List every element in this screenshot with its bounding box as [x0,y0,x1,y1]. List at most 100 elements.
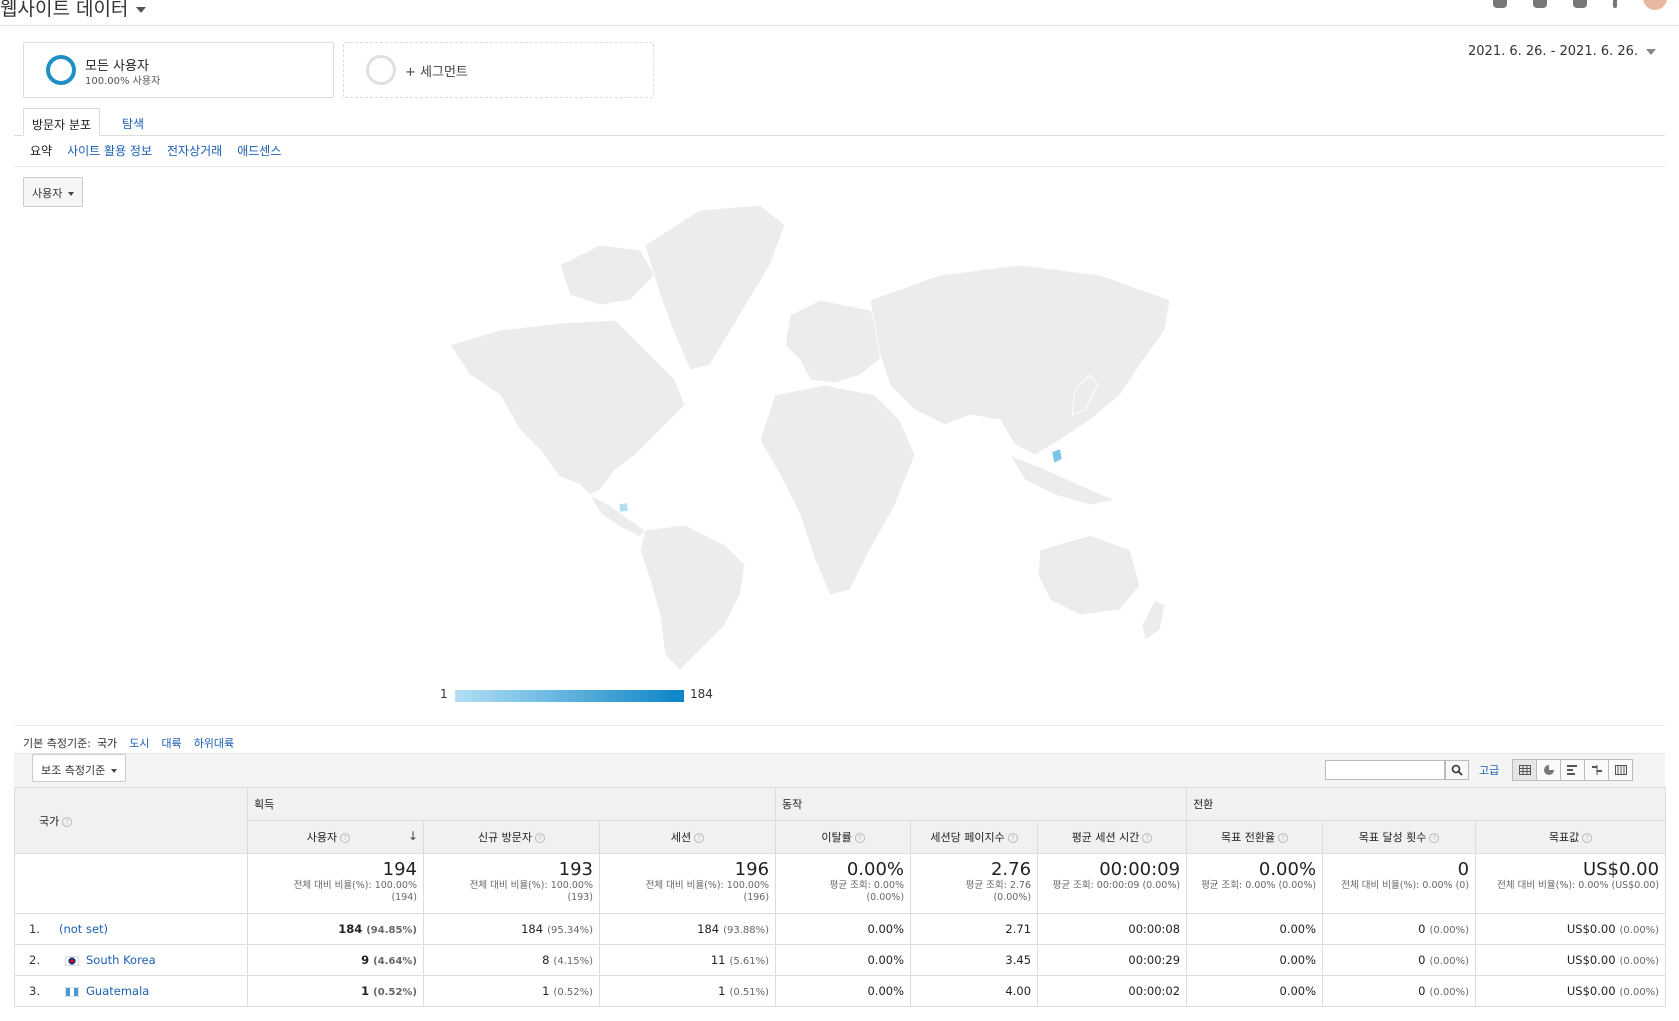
add-segment-button[interactable]: + 세그먼트 [343,42,654,98]
help-icon[interactable]: ? [535,833,546,843]
bell-icon[interactable] [1493,0,1507,8]
explorer-subnav: 요약 사이트 활용 정보 전자상거래 애드센스 [30,142,281,159]
col-header-sessions[interactable]: 세션? [598,820,777,854]
row-index: 3. [29,984,40,998]
users-cell: 184 (94.85%) [247,913,424,945]
goal-completions-cell: 0 (0.00%) [1322,913,1477,945]
map-central-america [588,493,646,538]
pages-per-session-cell: 2.71 [910,913,1039,945]
goal-value: US$0.00 [1566,953,1616,967]
help-icon[interactable]: ? [1582,833,1593,843]
help-icon[interactable]: ? [694,833,705,843]
goal-conversion-cell: 0.00% [1186,944,1324,976]
col-header-goal-conversion-rate[interactable]: 목표 전환율? [1186,820,1324,854]
col-header-country[interactable]: 국가? [14,787,248,854]
performance-view-icon[interactable] [1560,759,1585,781]
col-header-pages-per-session[interactable]: 세션당 페이지수? [910,820,1039,854]
total-sub: (193) [567,892,593,903]
date-range-picker[interactable]: 2021. 6. 26. - 2021. 6. 26. [1468,44,1657,59]
total-goal-completions: 0 전체 대비 비율(%): 0.00% (0) [1322,853,1477,914]
col-header-label: 목표값 [1548,831,1580,844]
col-header-users[interactable]: 사용자? ↓ [247,820,424,854]
dimension-city[interactable]: 도시 [129,735,149,751]
segment-all-users[interactable]: 모든 사용자 100.00% 사용자 [23,42,334,98]
col-header-label: 목표 달성 횟수 [1358,831,1427,844]
country-link[interactable]: (not set) [59,922,108,936]
dimension-continent[interactable]: 대륙 [161,735,181,751]
total-sub: (0.00%) [866,892,905,903]
total-sub: 평균 조회: 2.76 [965,880,1032,891]
sessions-value: 184 [697,922,720,936]
dimension-subcontinent[interactable]: 하위대륙 [194,735,234,751]
property-selector[interactable]: 웹사이트 데이터 [0,0,147,21]
map-canada-islands [559,244,656,306]
sessions-cell: 184 (93.88%) [598,913,777,945]
metric-dropdown[interactable]: 사용자 [23,177,84,207]
primary-dimension-label: 기본 측정기준: [23,737,91,750]
total-sub: (196) [743,892,770,903]
date-range-text: 2021. 6. 26. - 2021. 6. 26. [1468,44,1639,59]
total-goal-conversion-rate: 0.00% 평균 조회: 0.00% (0.00%) [1186,853,1324,914]
col-header-goal-value[interactable]: 목표값? [1475,820,1667,854]
col-header-goal-completions[interactable]: 목표 달성 횟수? [1322,820,1477,854]
dimension-country[interactable]: 국가 [97,735,117,751]
subnav-summary[interactable]: 요약 [30,142,52,159]
sort-desc-icon[interactable]: ↓ [408,829,418,843]
search-button[interactable] [1445,760,1469,780]
table-view-icon[interactable] [1512,759,1537,781]
users-cell: 9 (4.64%) [247,944,424,976]
total-avg-session-duration: 00:00:09 평균 조회: 00:00:09 (0.00%) [1037,853,1188,914]
subnav-site-usage[interactable]: 사이트 활용 정보 [67,142,152,159]
help-icon[interactable]: ? [1429,833,1440,843]
group-header-conversions: 전환 [1186,787,1667,821]
total-sub: 평균 조회: 0.00% [829,880,905,891]
avg-duration-cell: 00:00:02 [1037,975,1188,1007]
new-users-cell: 184 (95.34%) [423,913,600,945]
avatar[interactable] [1643,0,1667,10]
help-icon[interactable] [1573,0,1587,8]
goal-value-pct: (0.00%) [1619,925,1660,936]
help-icon[interactable]: ? [854,833,865,843]
country-cell: 3. Guatemala [14,975,248,1007]
tab-geo-overview[interactable]: 방문자 분포 [23,108,101,136]
help-icon[interactable]: ? [340,833,351,843]
pivot-view-icon[interactable] [1608,759,1633,781]
goal-value: US$0.00 [1566,922,1616,936]
subnav-ecommerce[interactable]: 전자상거래 [167,142,222,159]
sessions-pct: (5.61%) [729,956,770,967]
table-row: 3. Guatemala 1 (0.52%) 1 (0.52%) 1 (0.51%) 0… [14,975,1667,1007]
avg-duration-cell: 00:00:29 [1037,944,1188,976]
col-header-avg-session-duration[interactable]: 평균 세션 시간? [1037,820,1188,854]
users-pct: (0.52%) [373,987,417,998]
help-icon[interactable]: ? [1142,833,1153,843]
subnav-adsense[interactable]: 애드센스 [237,142,281,159]
more-vert-icon[interactable] [1613,0,1617,8]
country-link[interactable]: Guatemala [86,984,149,998]
help-icon[interactable]: ? [62,816,73,827]
goal-conversion-cell: 0.00% [1186,975,1324,1007]
col-header-label: 이탈률 [821,831,852,844]
map-new-zealand [1141,599,1166,641]
total-sub: 전체 대비 비율(%): 100.00% [645,880,770,891]
col-header-new-users[interactable]: 신규 방문자? [423,820,600,854]
help-icon[interactable]: ? [1007,833,1018,843]
app-bar: 웹사이트 데이터 [0,0,1679,26]
advanced-filter-link[interactable]: 고급 [1479,762,1499,778]
world-map[interactable] [440,205,1250,675]
country-link[interactable]: South Korea [86,953,156,967]
comparison-view-icon[interactable] [1584,759,1609,781]
col-header-bounce-rate[interactable]: 이탈률? [775,820,912,854]
tab-explorer[interactable]: 탐색 [114,108,152,136]
country-cell: 2. South Korea [14,944,248,976]
apps-grid-icon[interactable] [1533,0,1547,8]
table-search-input[interactable] [1325,760,1445,780]
sessions-cell: 1 (0.51%) [598,975,777,1007]
secondary-dimension-dropdown[interactable]: 보조 측정기준 [32,754,127,782]
total-sub: 평균 조회: 0.00% (0.00%) [1201,880,1317,891]
users-pct: (4.64%) [373,956,417,967]
pie-view-icon[interactable] [1536,759,1561,781]
goals-pct: (0.00%) [1429,987,1470,998]
total-goal-value: US$0.00 전체 대비 비율(%): 0.00% (US$0.00) [1475,853,1667,914]
help-icon[interactable]: ? [1278,833,1289,843]
legend-max: 184 [690,687,713,701]
